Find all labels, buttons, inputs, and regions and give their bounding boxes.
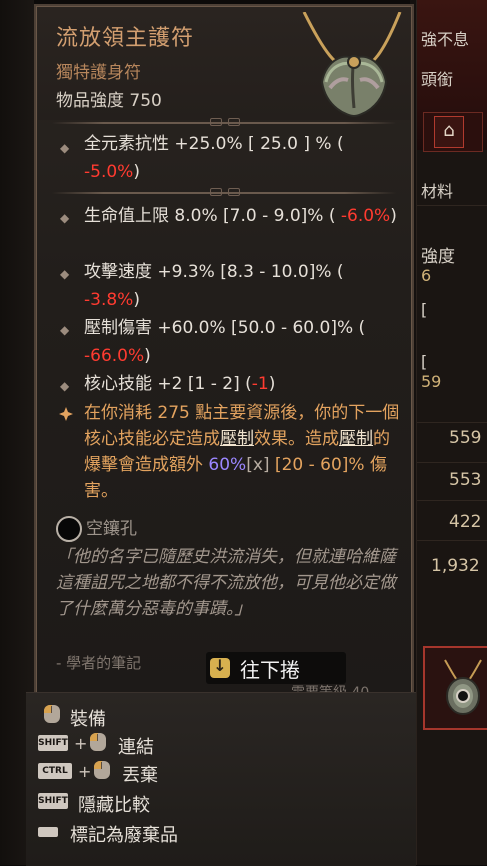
scroll-hint: 往下捲 xyxy=(206,652,346,684)
stat-all-resist: 全元素抗性 +25.0% [ 25.0 ] % ( -5.0%) xyxy=(84,130,402,186)
empty-socket-icon xyxy=(56,516,82,542)
control-hide-compare[interactable]: SHIFT 隱藏比較 xyxy=(38,789,298,816)
mouse-left-click-icon xyxy=(44,705,60,723)
unique-effect-part-2: 效果。造成 xyxy=(254,429,339,449)
right-panel-row-sep xyxy=(417,500,487,501)
control-hide-compare-label: 隱藏比較 xyxy=(78,795,150,816)
item-type: 獨特護身符 xyxy=(56,63,141,83)
stat-suffix: ) xyxy=(144,346,151,366)
right-panel-subvalue-2: 59 xyxy=(421,372,442,391)
right-panel-label: 強度 xyxy=(421,247,455,267)
right-panel-button[interactable]: ⌂ xyxy=(423,112,483,152)
control-mark-junk[interactable]: 標記為廢棄品 xyxy=(38,819,298,846)
unique-effect-value: 60% xyxy=(208,455,247,475)
diamond-bullet-icon: ◆ xyxy=(60,379,70,393)
stat-text: 核心技能 +2 [1 - 2] ( xyxy=(84,374,252,394)
stat-suffix: ) xyxy=(133,162,140,182)
stat-suffix: ) xyxy=(133,290,140,310)
right-panel-tab[interactable]: 材料 xyxy=(421,178,453,202)
stat-delta: -66.0% xyxy=(84,346,145,366)
scroll-down-icon xyxy=(210,656,230,678)
stat-life: 生命值上限 8.0% [7.0 - 9.0]% ( -6.0%) xyxy=(84,202,402,230)
flavor-author: - 學者的筆記 xyxy=(56,654,142,672)
right-panel-bracket: [ xyxy=(421,300,428,319)
divider-ornament xyxy=(210,188,240,196)
item-title: 流放領主護符 xyxy=(56,26,195,51)
stat-text: 生命值上限 8.0% [7.0 - 9.0]% ( xyxy=(84,206,336,226)
control-drop[interactable]: CTRL + 丟棄 xyxy=(38,759,298,786)
control-drop-label: 丟棄 xyxy=(122,765,158,786)
shift-key-icon: SHIFT xyxy=(38,793,68,809)
amulet-icon xyxy=(302,12,402,118)
stat-suffix: ) xyxy=(268,374,276,394)
unique-effect-text: 在你消耗 275 點主要資源後，你的下一個核心技能必定造成壓制效果。造成壓制的爆… xyxy=(84,400,402,504)
right-panel-row-sep xyxy=(417,462,487,463)
mouse-left-click-icon xyxy=(94,761,110,779)
diamond-bullet-icon: ◆ xyxy=(60,211,70,225)
plus-sign: + xyxy=(78,762,92,781)
right-panel: 強不息 頭銜 ⌂ 材料 強度 6 [ [ 59 559 553 422 1,93… xyxy=(416,0,487,865)
stat-text: 攻擊速度 +9.3% [8.3 - 10.0]% ( xyxy=(84,262,344,282)
stat-delta: -1 xyxy=(251,374,269,394)
right-panel-divider xyxy=(417,205,487,206)
stat-delta: -6.0% xyxy=(340,206,391,226)
divider-ornament xyxy=(210,118,240,126)
space-key-icon xyxy=(38,827,58,837)
diamond-bullet-icon: ◆ xyxy=(60,323,70,337)
flavor-text: 「他的名字已隨歷史洪流消失，但就連哈維薩這種詛咒之地都不得不流放他，可見他必定做… xyxy=(56,547,396,619)
right-panel-top-text: 強不息 xyxy=(421,30,470,49)
stat-text: 全元素抗性 +25.0% [ 25.0 ] % ( xyxy=(84,134,344,154)
right-panel-bracket-2: [ xyxy=(421,352,428,371)
item-power: 物品強度 750 xyxy=(56,91,162,111)
socket-label: 空鑲孔 xyxy=(86,519,137,539)
right-panel-title-text: 頭銜 xyxy=(421,70,454,89)
item-controls-panel: 裝備 SHIFT + 連結 CTRL + 丟棄 SHIFT 隱藏比較 標記為廢棄… xyxy=(26,692,416,866)
ctrl-key-icon: CTRL xyxy=(38,763,72,779)
control-link-label: 連結 xyxy=(118,737,154,758)
stat-delta: -5.0% xyxy=(84,162,134,182)
right-panel-value-2: 553 xyxy=(449,470,482,490)
keyword-overpower-1: 壓制 xyxy=(220,429,254,449)
amulet-icon xyxy=(444,659,482,715)
diamond-bullet-icon: ◆ xyxy=(60,141,70,155)
control-mark-junk-label: 標記為廢棄品 xyxy=(70,825,178,846)
right-panel-value-3: 422 xyxy=(449,512,482,532)
right-panel-row-sep xyxy=(417,540,487,541)
shift-key-icon: SHIFT xyxy=(38,735,68,751)
equipped-item-slot[interactable] xyxy=(423,646,487,730)
right-panel-value-4: 1,932 xyxy=(431,556,480,576)
item-tooltip: 流放領主護符 獨特護身符 物品強度 750 ◆ 全元素抗性 +25.0% [ 2… xyxy=(34,4,414,701)
control-link[interactable]: SHIFT + 連結 xyxy=(38,731,298,758)
mouse-left-click-icon xyxy=(90,733,106,751)
right-panel-button-icon: ⌂ xyxy=(434,116,464,148)
stat-delta: -3.8% xyxy=(84,290,134,310)
right-panel-row-sep xyxy=(417,422,487,423)
stat-overpower-damage: 壓制傷害 +60.0% [50.0 - 60.0]% ( -66.0%) xyxy=(84,314,402,370)
stat-core-skills: 核心技能 +2 [1 - 2] (-1) xyxy=(84,370,402,398)
diamond-bullet-icon: ◆ xyxy=(60,267,70,281)
unique-star-icon xyxy=(59,407,73,421)
control-equip[interactable]: 裝備 xyxy=(38,703,258,730)
plus-sign: + xyxy=(74,734,88,753)
unique-effect-x: [x] xyxy=(246,455,270,475)
scroll-hint-text: 往下捲 xyxy=(240,658,300,682)
right-panel-subvalue: 6 xyxy=(421,266,432,285)
stat-attack-speed: 攻擊速度 +9.3% [8.3 - 10.0]% ( -3.8%) xyxy=(84,258,402,314)
right-panel-value-1: 559 xyxy=(449,428,482,448)
keyword-overpower-2: 壓制 xyxy=(339,429,373,449)
house-icon: ⌂ xyxy=(443,120,455,141)
control-equip-label: 裝備 xyxy=(70,709,106,730)
stat-text: 壓制傷害 +60.0% [50.0 - 60.0]% ( xyxy=(84,318,366,338)
stat-suffix: ) xyxy=(390,206,397,226)
